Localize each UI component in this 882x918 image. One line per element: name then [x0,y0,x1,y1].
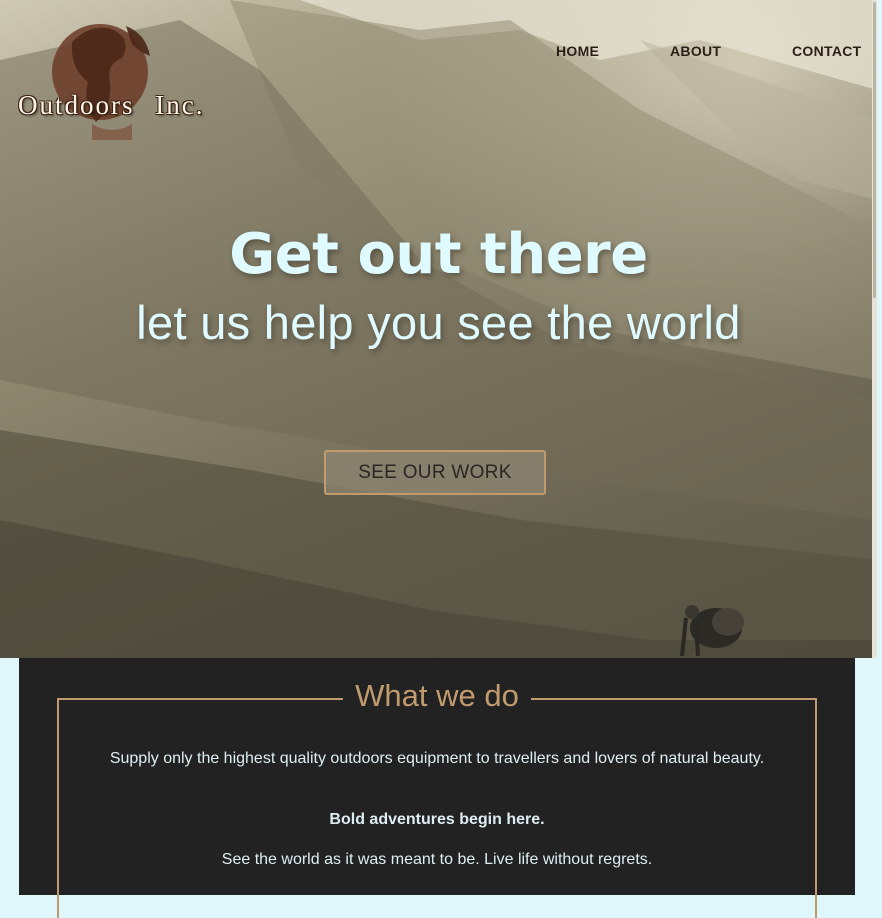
section-frame [57,698,817,918]
see-our-work-button[interactable]: SEE OUR WORK [324,450,546,495]
hero-headline: Get out there [229,222,648,287]
what-we-do-section: What we do Supply only the highest quali… [19,658,855,918]
brand-logo[interactable]: Outdoors Inc. [14,12,214,142]
hero-subheadline: let us help you see the world [136,296,741,349]
hiker-image [680,605,744,657]
section-paragraph-3: See the world as it was meant to be. Liv… [221,851,653,868]
section-paragraph-2: Bold adventures begin here. [329,811,545,828]
brand-name: Outdoors Inc. [18,90,205,120]
section-title: What we do [343,678,531,714]
nav-home[interactable]: HOME [556,43,599,59]
section-paragraph-1: Supply only the highest quality outdoors… [109,750,765,767]
hero-banner: Outdoors Inc. HOME ABOUT CONTACT Get out… [0,0,877,658]
nav-about[interactable]: ABOUT [670,43,721,59]
section-title-wrap: What we do [19,678,855,714]
nav-contact[interactable]: CONTACT [792,43,862,59]
main-nav: HOME ABOUT CONTACT [0,43,877,63]
